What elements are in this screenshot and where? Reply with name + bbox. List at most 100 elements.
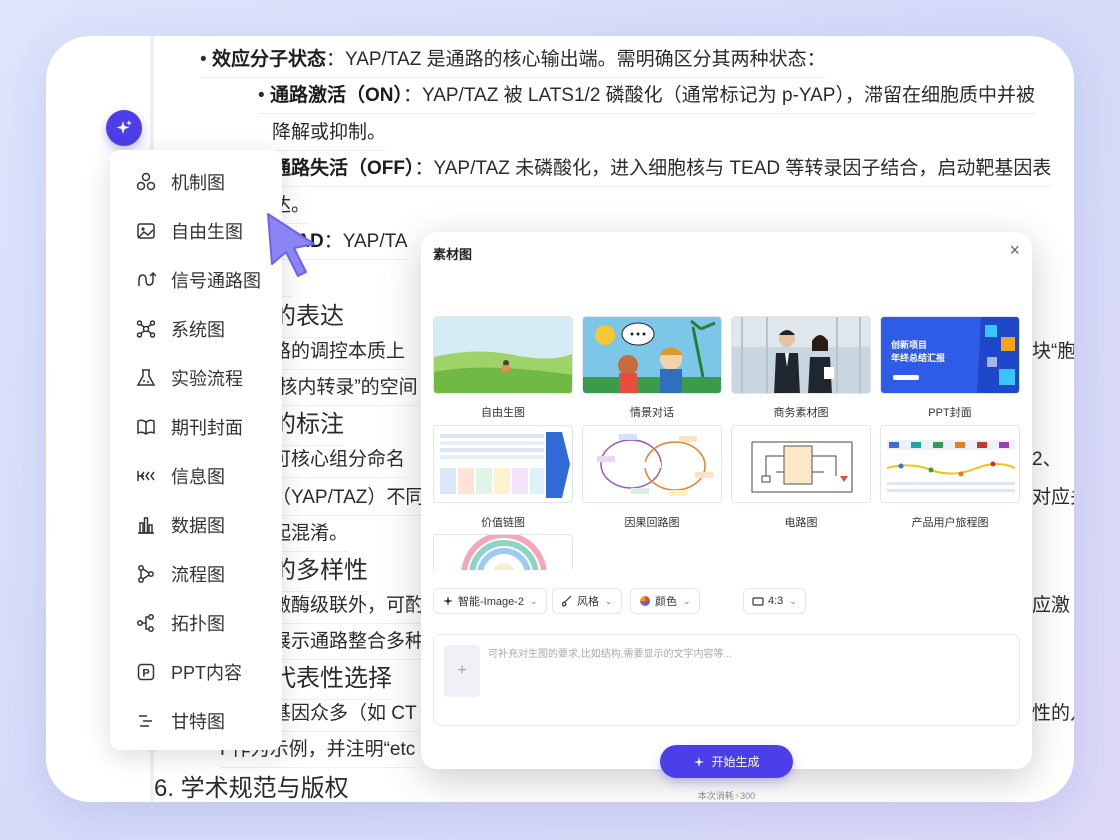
doc-line: 降解或抑制。 [272,117,387,151]
doc-fragment: 2、 [1032,449,1062,470]
doc-heading: 的表达 [272,296,344,338]
brush-icon [562,595,572,607]
menu-item-topology[interactable]: 拓扑图 [110,603,282,643]
doc-line: “核内转录”的空间 [272,372,418,406]
asset-image-dialog: 素材图 × 自由生图 情景对话 商务素材图 创新项目 年终总结汇报 PPT封面 … [421,232,1032,801]
style-select[interactable]: 风格 ⌄ [552,588,622,614]
template-tile-causal-loop[interactable] [582,425,722,503]
template-tile-label: 情景对话 [630,407,674,419]
menu-item-label: PPT内容 [171,663,243,683]
cost-label: 本次消耗 [697,791,734,801]
menu-item-label: 信息图 [171,467,225,487]
ppt-cover-text: 创新项目 年终总结汇报 [891,340,946,363]
menu-item-mechanism[interactable]: 机制图 [110,162,282,202]
chevron-down-icon: ⌄ [530,595,538,606]
doc-fragment: 对应关 [1032,487,1074,508]
menu-item-label: 数据图 [171,516,225,536]
template-tile-label: 因果回路图 [624,517,680,529]
menu-item-experiment-flow[interactable]: 实验流程 [110,358,282,398]
template-tile-free-image[interactable] [433,316,573,394]
generate-button[interactable]: 开始生成 [660,745,793,778]
aspect-ratio-select[interactable]: 4:3 ⌄ [743,588,806,614]
sparkle-icon [443,596,453,606]
sparkle-icon [694,756,705,767]
template-tile-circuit[interactable] [731,425,871,503]
generate-button-label: 开始生成 [711,755,760,769]
template-tile-ppt-cover[interactable]: 创新项目 年终总结汇报 [880,316,1020,394]
model-select[interactable]: 智能-Image-2 ⌄ [433,588,547,614]
template-tile-business[interactable] [731,316,871,394]
doc-fragment: 性的几 [1032,703,1074,724]
style-select-label: 风格 [577,596,599,608]
menu-item-label: 系统图 [171,320,225,340]
system-icon [135,318,157,340]
dialog-title: 素材图 [433,247,473,262]
diagram-type-menu: 机制图 自由生图 信号通路图 系统图 实验流程 期刊封面 信息图 数据图 流程图… [110,150,282,750]
template-tile-label: PPT封面 [928,407,972,419]
menu-item-journal-cover[interactable]: 期刊封面 [110,407,282,447]
menu-item-label: 甘特图 [171,712,225,732]
menu-item-label: 流程图 [171,565,225,585]
menu-item-label: 自由生图 [171,222,243,242]
bar-chart-icon [135,514,157,536]
menu-item-label: 拓扑图 [171,614,225,634]
doc-heading: 的标注 [272,404,344,446]
aspect-ratio-label: 4:3 [768,595,784,607]
prompt-placeholder: 可补充对生图的要求,比如结构,需要显示的文字内容等... [488,649,732,660]
menu-item-signal-pathway[interactable]: 信号通路图 [110,260,282,300]
ppt-icon: P [135,661,157,683]
chevron-down-icon: ⌄ [605,595,613,606]
doc-line: 起混淆。 [272,518,349,552]
template-tile-label: 电路图 [784,517,818,529]
template-tile-scene-dialogue[interactable] [582,316,722,394]
doc-line: 路的调控本质上 [272,336,406,370]
add-image-button[interactable]: + [444,645,480,697]
menu-item-label: 信号通路图 [171,271,261,291]
doc-line: 展示通路整合多种 [272,626,425,660]
menu-item-label: 机制图 [171,173,225,193]
template-tile-label: 商务素材图 [773,407,829,419]
flowchart-icon [135,563,157,585]
model-select-label: 智能-Image-2 [458,596,525,608]
ai-assistant-button[interactable] [106,110,142,146]
doc-line: • 效应分子状态：YAP/TAZ 是通路的核心输出端。需明确区分其两种状态： [200,44,826,78]
menu-item-ppt-content[interactable]: P PPT内容 [110,652,282,692]
menu-item-data-chart[interactable]: 数据图 [110,505,282,545]
cost-info: 本次消耗⚡300 [421,789,1032,802]
doc-fragment: 应激 [1032,595,1071,616]
doc-heading: 的多样性 [272,550,368,592]
close-icon[interactable]: × [1009,240,1020,260]
topology-icon [135,612,157,634]
gantt-icon [135,710,157,732]
mechanism-icon [135,171,157,193]
chevron-down-icon: ⌄ [683,595,691,606]
menu-item-label: 期刊封面 [171,418,243,438]
menu-item-system[interactable]: 系统图 [110,309,282,349]
plus-icon: + [457,662,467,679]
aspect-ratio-icon [752,597,764,606]
doc-line: 可核心组分命名 [272,444,406,478]
flask-icon [135,367,157,389]
template-tile-value-chain[interactable] [433,425,573,503]
doc-line: 激酶级联外，可酌 [272,590,425,624]
menu-item-infographic[interactable]: 信息图 [110,456,282,496]
menu-item-gantt[interactable]: 甘特图 [110,701,282,741]
menu-item-flowchart[interactable]: 流程图 [110,554,282,594]
pathway-icon [135,269,157,291]
template-tile-radial[interactable] [433,534,573,570]
color-select[interactable]: 颜色 ⌄ [630,588,700,614]
image-icon [135,220,157,242]
cursor-arrow-icon [267,213,315,277]
doc-line: • 通路激活（ON）：YAP/TAZ 被 LATS1/2 磷酸化（通常标记为 p… [258,80,1035,114]
doc-line: （YAP/TAZ）不同 [272,482,425,516]
menu-item-label: 实验流程 [171,369,243,389]
template-tile-label: 自由生图 [481,407,525,419]
template-tile-label: 价值链图 [481,517,525,529]
svg-text:P: P [142,668,149,680]
template-tile-user-journey[interactable] [880,425,1020,503]
doc-fragment: 块“胞质 [1032,341,1074,362]
doc-heading: 6. 学术规范与版权 [154,775,349,802]
prompt-input[interactable]: + 可补充对生图的要求,比如结构,需要显示的文字内容等... [433,634,1020,726]
menu-item-free-image[interactable]: 自由生图 [110,211,282,251]
color-palette-icon [640,596,650,606]
